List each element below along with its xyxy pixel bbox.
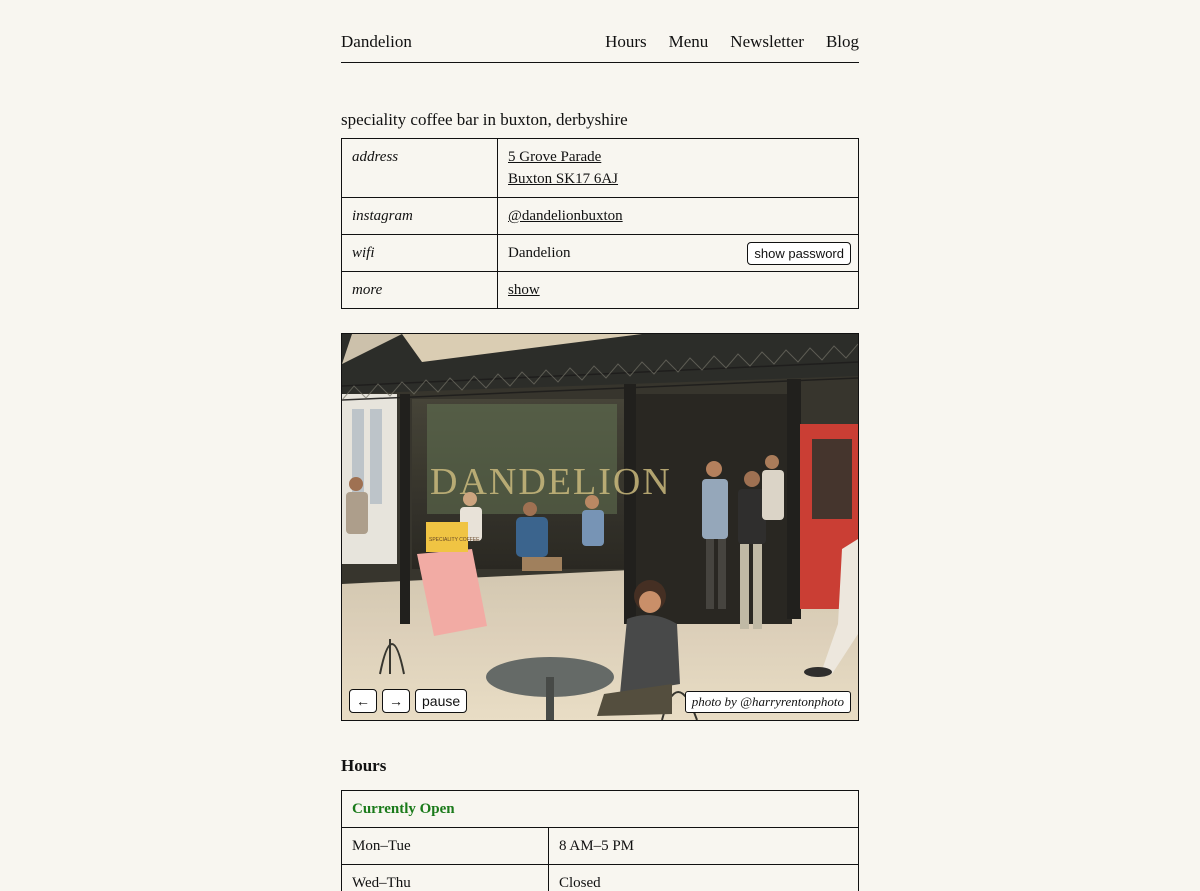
more-show-link[interactable]: show [508,282,540,298]
info-table: address 5 Grove Parade Buxton SK17 6AJ i… [341,138,859,309]
hours-time: Closed [548,864,859,891]
address-value: 5 Grove Parade Buxton SK17 6AJ [497,138,859,198]
nav-link-hours[interactable]: Hours [605,31,647,53]
wifi-label: wifi [341,234,498,272]
hours-heading: Hours [341,756,387,775]
address-label: address [341,138,498,198]
nav-link-menu[interactable]: Menu [669,31,709,53]
info-row-wifi: wifi Dandelion show password [341,234,859,272]
hours-day: Mon–Tue [341,827,549,865]
instagram-link[interactable]: @dandelionbuxton [508,208,623,224]
photo-credit: photo by @harryrentonphoto [684,691,851,713]
nav-link-newsletter[interactable]: Newsletter [730,31,804,53]
info-row-instagram: instagram @dandelionbuxton [341,197,859,235]
slideshow-controls: ← → pause [349,689,468,713]
prev-photo-button[interactable]: ← [349,689,377,713]
nav-links: Hours Menu Newsletter Blog [605,31,859,53]
show-password-button[interactable]: show password [747,241,851,265]
address-line2-link[interactable]: Buxton SK17 6AJ [508,171,618,187]
top-nav: Dandelion Hours Menu Newsletter Blog [341,31,859,63]
hours-row: Mon–Tue 8 AM–5 PM [341,827,859,865]
pause-slideshow-button[interactable]: pause [415,689,468,713]
brand-link[interactable]: Dandelion [341,31,412,53]
address-line1-link[interactable]: 5 Grove Parade [508,149,601,165]
hours-table: Currently Open Mon–Tue 8 AM–5 PM Wed–Thu… [341,790,859,891]
more-label: more [341,271,498,309]
tagline: speciality coffee bar in buxton, derbysh… [341,110,628,129]
nav-link-blog[interactable]: Blog [826,31,859,53]
instagram-label: instagram [341,197,498,235]
cafe-photo-slideshow: DANDELION SPECIALITY COFFEE ← → pause ph… [341,333,859,721]
info-row-more: more show [341,271,859,309]
next-photo-button[interactable]: → [382,689,410,713]
more-value: show [497,271,859,309]
info-row-address: address 5 Grove Parade Buxton SK17 6AJ [341,138,859,198]
wifi-value: Dandelion show password [497,234,859,272]
hours-time: 8 AM–5 PM [548,827,859,865]
open-status: Currently Open [341,790,859,828]
instagram-value: @dandelionbuxton [497,197,859,235]
hours-row: Wed–Thu Closed [341,864,859,891]
wifi-network-name: Dandelion [508,245,571,261]
hours-status-row: Currently Open [341,790,859,828]
hours-day: Wed–Thu [341,864,549,891]
page: Dandelion Hours Menu Newsletter Blog spe… [341,0,859,891]
cafe-photo: DANDELION SPECIALITY COFFEE [342,334,858,720]
